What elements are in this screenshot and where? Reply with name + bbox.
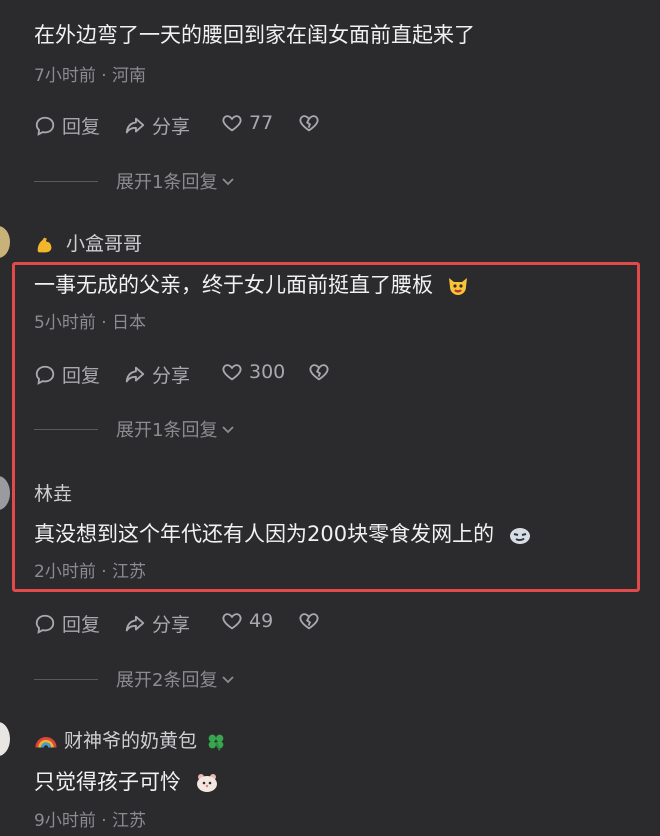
- rainbow-icon: [35, 736, 57, 748]
- share-button[interactable]: 分享: [124, 112, 190, 139]
- avatar[interactable]: [0, 226, 10, 258]
- heart-icon: [222, 613, 242, 630]
- comment-meta: 7小时前 · 河南: [34, 66, 147, 86]
- reply-button[interactable]: 回复: [34, 610, 100, 637]
- divider-line: [34, 180, 98, 182]
- comment-time: 9小时前: [34, 811, 96, 831]
- comment-location: 河南: [112, 66, 147, 86]
- avatar[interactable]: [0, 722, 10, 756]
- heart-icon: [222, 115, 242, 132]
- dislike-button[interactable]: [298, 112, 320, 134]
- comment-username[interactable]: 财神爷的奶黄包: [34, 726, 227, 753]
- share-button[interactable]: 分享: [124, 610, 190, 637]
- expand-replies-button[interactable]: 展开1条回复: [34, 168, 235, 194]
- highlight-box: [12, 262, 640, 592]
- flexed-biceps-icon: [37, 237, 52, 252]
- divider-line: [34, 678, 98, 680]
- share-arrow-icon: [125, 117, 145, 133]
- like-button[interactable]: 77: [221, 112, 273, 134]
- like-button[interactable]: 49: [221, 610, 273, 632]
- four-leaf-clover-icon: [208, 734, 224, 751]
- comment-time: 7小时前: [34, 66, 96, 86]
- share-arrow-icon: [125, 615, 145, 631]
- reply-bubble-icon: [35, 614, 55, 634]
- chevron-down-icon: [222, 178, 235, 186]
- hamster-face-icon: [196, 774, 217, 792]
- chevron-down-icon: [222, 676, 235, 684]
- cut-off-username: [34, 0, 144, 2]
- reply-button[interactable]: 回复: [34, 112, 100, 139]
- comment-text: 只觉得孩子可怜: [34, 766, 220, 796]
- expand-replies-button[interactable]: 展开2条回复: [34, 666, 235, 692]
- reply-bubble-icon: [35, 116, 55, 136]
- broken-heart-icon: [299, 613, 319, 630]
- avatar[interactable]: [0, 476, 10, 510]
- comment-meta: 9小时前 · 江苏: [34, 811, 147, 831]
- comment-text: 在外边弯了一天的腰回到家在闺女面前直起来了: [34, 23, 475, 47]
- dislike-button[interactable]: [298, 610, 320, 632]
- broken-heart-icon: [299, 115, 319, 132]
- comment-location: 江苏: [112, 811, 147, 831]
- comment-username[interactable]: 小盒哥哥: [34, 229, 142, 256]
